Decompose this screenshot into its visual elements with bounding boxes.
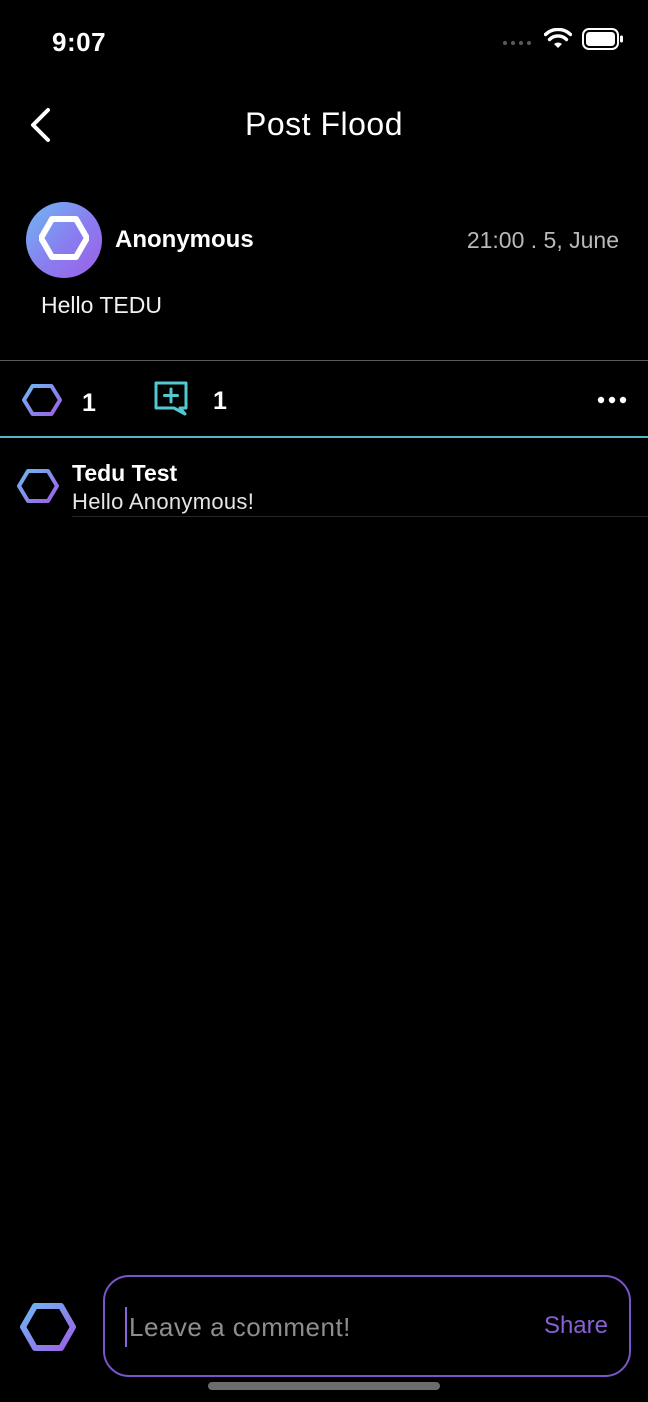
like-count: 1 (82, 389, 96, 417)
comment-button[interactable] (151, 380, 191, 420)
comment-separator (72, 516, 648, 517)
accent-divider (0, 436, 648, 438)
comment-list-item[interactable]: Tedu Test Hello Anonymous! (0, 448, 648, 520)
battery-icon (582, 28, 624, 55)
hexagon-icon (38, 215, 90, 265)
comment-count: 1 (213, 387, 227, 415)
page-title: Post Flood (245, 106, 403, 142)
divider (0, 360, 648, 361)
more-horizontal-icon (597, 391, 627, 409)
comment-author: Tedu Test (72, 460, 178, 486)
more-options-button[interactable] (594, 386, 630, 414)
status-icons (502, 27, 624, 55)
hexagon-icon (22, 383, 62, 422)
hexagon-icon (20, 1302, 76, 1357)
post-timestamp: 21:00 . 5, June (466, 227, 619, 253)
like-button[interactable] (20, 383, 64, 421)
home-indicator[interactable] (208, 1382, 440, 1390)
post-author[interactable]: Anonymous (115, 226, 254, 254)
author-avatar[interactable] (26, 202, 102, 278)
add-comment-icon (152, 379, 190, 422)
signal-icon (502, 33, 534, 51)
share-button[interactable]: Share (544, 1312, 608, 1340)
comment-input[interactable] (125, 1307, 525, 1347)
wifi-icon (543, 27, 573, 55)
post-detail-screen: 9:07 Post Flood Anonymous 21:00 . 5, Jun… (0, 0, 648, 1402)
comment-composer: Share (103, 1275, 631, 1377)
comment-text: Hello Anonymous! (72, 489, 255, 514)
post-body: Hello TEDU (41, 292, 162, 318)
status-time: 9:07 (52, 27, 107, 57)
hexagon-icon (17, 468, 59, 509)
